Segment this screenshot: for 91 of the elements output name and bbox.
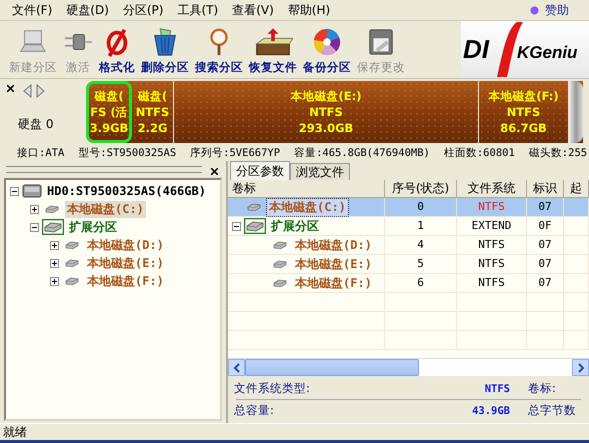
detail-value: NTFS [484, 382, 510, 394]
toolbar-button[interactable]: 搜索分区 [192, 21, 246, 78]
dot-icon [530, 6, 539, 14]
table-cell-text: 扩展分区 [270, 218, 320, 234]
table-cell: NTFS [457, 236, 527, 254]
menu-item[interactable]: 硬盘(D) [60, 2, 115, 18]
table-cell: 6 [385, 274, 457, 292]
table-row[interactable]: 本地磁盘(D:) 4 NTFS 07 [228, 236, 589, 255]
tree-item[interactable]: HD0:ST9500325AS(466GB) [45, 184, 208, 198]
disk-info-text: 柱面数:60801 [444, 146, 515, 160]
tree-item[interactable]: 本地磁盘(C:) [65, 200, 146, 218]
detail-label: 文件系统类型: [234, 381, 311, 396]
table-cell: 0 [385, 198, 457, 216]
scroll-left-button[interactable] [228, 359, 245, 376]
column-header[interactable]: 卷标 [228, 180, 385, 197]
scroll-thumb[interactable] [245, 359, 419, 376]
tree-item[interactable]: 扩展分区 [67, 218, 119, 236]
table-cell: EXTEND [457, 217, 527, 235]
tree-item[interactable]: 本地磁盘(D:) [85, 236, 166, 254]
hard-drive-icon [22, 183, 42, 199]
table-row[interactable]: 扩展分区 1 EXTEND 0F [228, 217, 589, 236]
menu-item[interactable]: 帮助(H) [282, 2, 336, 18]
table-row[interactable]: 本地磁盘(F:) 6 NTFS 07 [228, 274, 589, 293]
table-cell: 5 [385, 255, 457, 273]
menu-item[interactable]: 工具(T) [171, 2, 224, 18]
disk-info-text: 型号:ST9500325AS [78, 146, 176, 160]
table-cell: 07 [527, 198, 564, 216]
menu-item[interactable]: 分区(P) [116, 2, 170, 18]
color-wheel-icon [312, 27, 342, 57]
disk-info-text: 磁头数:255 [528, 146, 588, 160]
expand-toggle[interactable] [30, 222, 39, 232]
expand-toggle[interactable] [50, 240, 59, 250]
tree-item[interactable]: 本地磁盘(F:) [85, 272, 166, 290]
expand-toggle[interactable] [50, 276, 59, 286]
partition-segment[interactable]: 本地磁盘(E:) NTFS 293.0GB [174, 81, 479, 143]
tab[interactable]: 浏览文件 [290, 163, 350, 180]
close-button[interactable] [4, 82, 16, 94]
toolbar-button[interactable]: 格式化 [96, 21, 138, 78]
expand-toggle[interactable] [50, 258, 59, 268]
table-cell-text: 本地磁盘(E:) [294, 256, 373, 272]
partition-segment[interactable]: 磁盘( FS (活 3.9GB [86, 81, 132, 143]
table-cell: 1 [385, 217, 457, 235]
menu-item[interactable]: 查看(V) [226, 2, 280, 18]
table-cell: NTFS [457, 198, 527, 216]
column-header[interactable]: 序号(状态) [385, 180, 457, 197]
box-upload-icon [253, 27, 293, 57]
toolbar-button[interactable]: 恢复文件 [246, 21, 300, 78]
toolbar-button[interactable]: 删除分区 [138, 21, 192, 78]
logo: DI KGeniu [461, 21, 589, 78]
table-row[interactable]: 本地磁盘(C:) 0 NTFS 07 [228, 198, 589, 217]
tree-item[interactable]: 本地磁盘(E:) [85, 254, 166, 272]
toolbar-button[interactable]: 备份分区 [300, 21, 354, 78]
table-cell: 07 [527, 236, 564, 254]
detail-value: 43.9GB [471, 404, 510, 416]
expand-toggle[interactable] [30, 204, 39, 214]
table-cell: 本地磁盘(C:) [267, 198, 348, 216]
status-text: 就绪 [3, 424, 27, 440]
disk-info-text: 序列号:5VE667YP [190, 146, 280, 160]
horizontal-scrollbar[interactable] [228, 358, 589, 376]
table-cell: 4 [385, 236, 457, 254]
expand-toggle[interactable] [10, 186, 19, 196]
left-chevron-icon [232, 362, 240, 372]
partition-segment[interactable]: 磁盘( NTFS 2.2G [132, 81, 174, 143]
disk-label: 硬盘 0 [18, 116, 54, 133]
detail-label: 总字节数 [528, 403, 576, 418]
tab[interactable]: 分区参数 [230, 161, 290, 180]
expand-toggle[interactable] [232, 222, 241, 230]
scroll-right-button[interactable] [572, 359, 589, 376]
bar-end-cap [569, 81, 583, 143]
disk-info-text: 容量:465.8GB(476940MB) [294, 146, 430, 160]
table-cell: NTFS [457, 274, 527, 292]
table-cell: 0F [527, 217, 564, 235]
column-header[interactable]: 标识 [527, 180, 564, 197]
next-arrow-icon[interactable] [35, 84, 46, 98]
table-cell: 07 [527, 255, 564, 273]
disk-info-text: 接口:ATA [17, 146, 64, 160]
detail-label: 卷标: [528, 381, 556, 396]
menu-item[interactable]: 文件(F) [6, 2, 58, 18]
table-row[interactable]: 本地磁盘(E:) 5 NTFS 07 [228, 255, 589, 274]
previous-arrow-icon[interactable] [22, 84, 33, 98]
table-cell-text: 本地磁盘(D:) [294, 236, 373, 254]
sponsor-link[interactable]: 赞助 [545, 2, 569, 18]
table-cell-text: 本地磁盘(F:) [294, 274, 373, 292]
right-chevron-icon [576, 362, 584, 372]
table-cell: 07 [527, 274, 564, 292]
table-cell: NTFS [457, 255, 527, 273]
close-button[interactable] [208, 165, 220, 177]
column-header[interactable]: 文件系统 [457, 180, 527, 197]
detail-label: 总容量: [234, 403, 275, 418]
partition-segment[interactable]: 本地磁盘(F:) NTFS 86.7GB [479, 81, 569, 143]
column-header[interactable]: 起 [564, 180, 589, 197]
